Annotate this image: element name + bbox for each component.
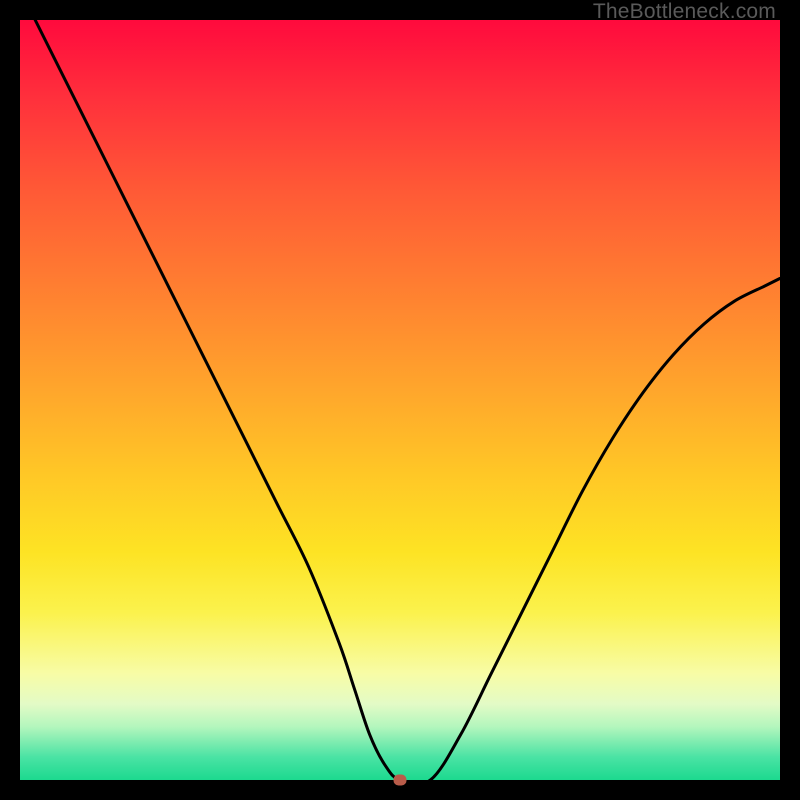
bottleneck-curve (20, 20, 780, 780)
chart-frame: TheBottleneck.com (0, 0, 800, 800)
plot-area (20, 20, 780, 780)
minimum-marker (394, 775, 407, 786)
